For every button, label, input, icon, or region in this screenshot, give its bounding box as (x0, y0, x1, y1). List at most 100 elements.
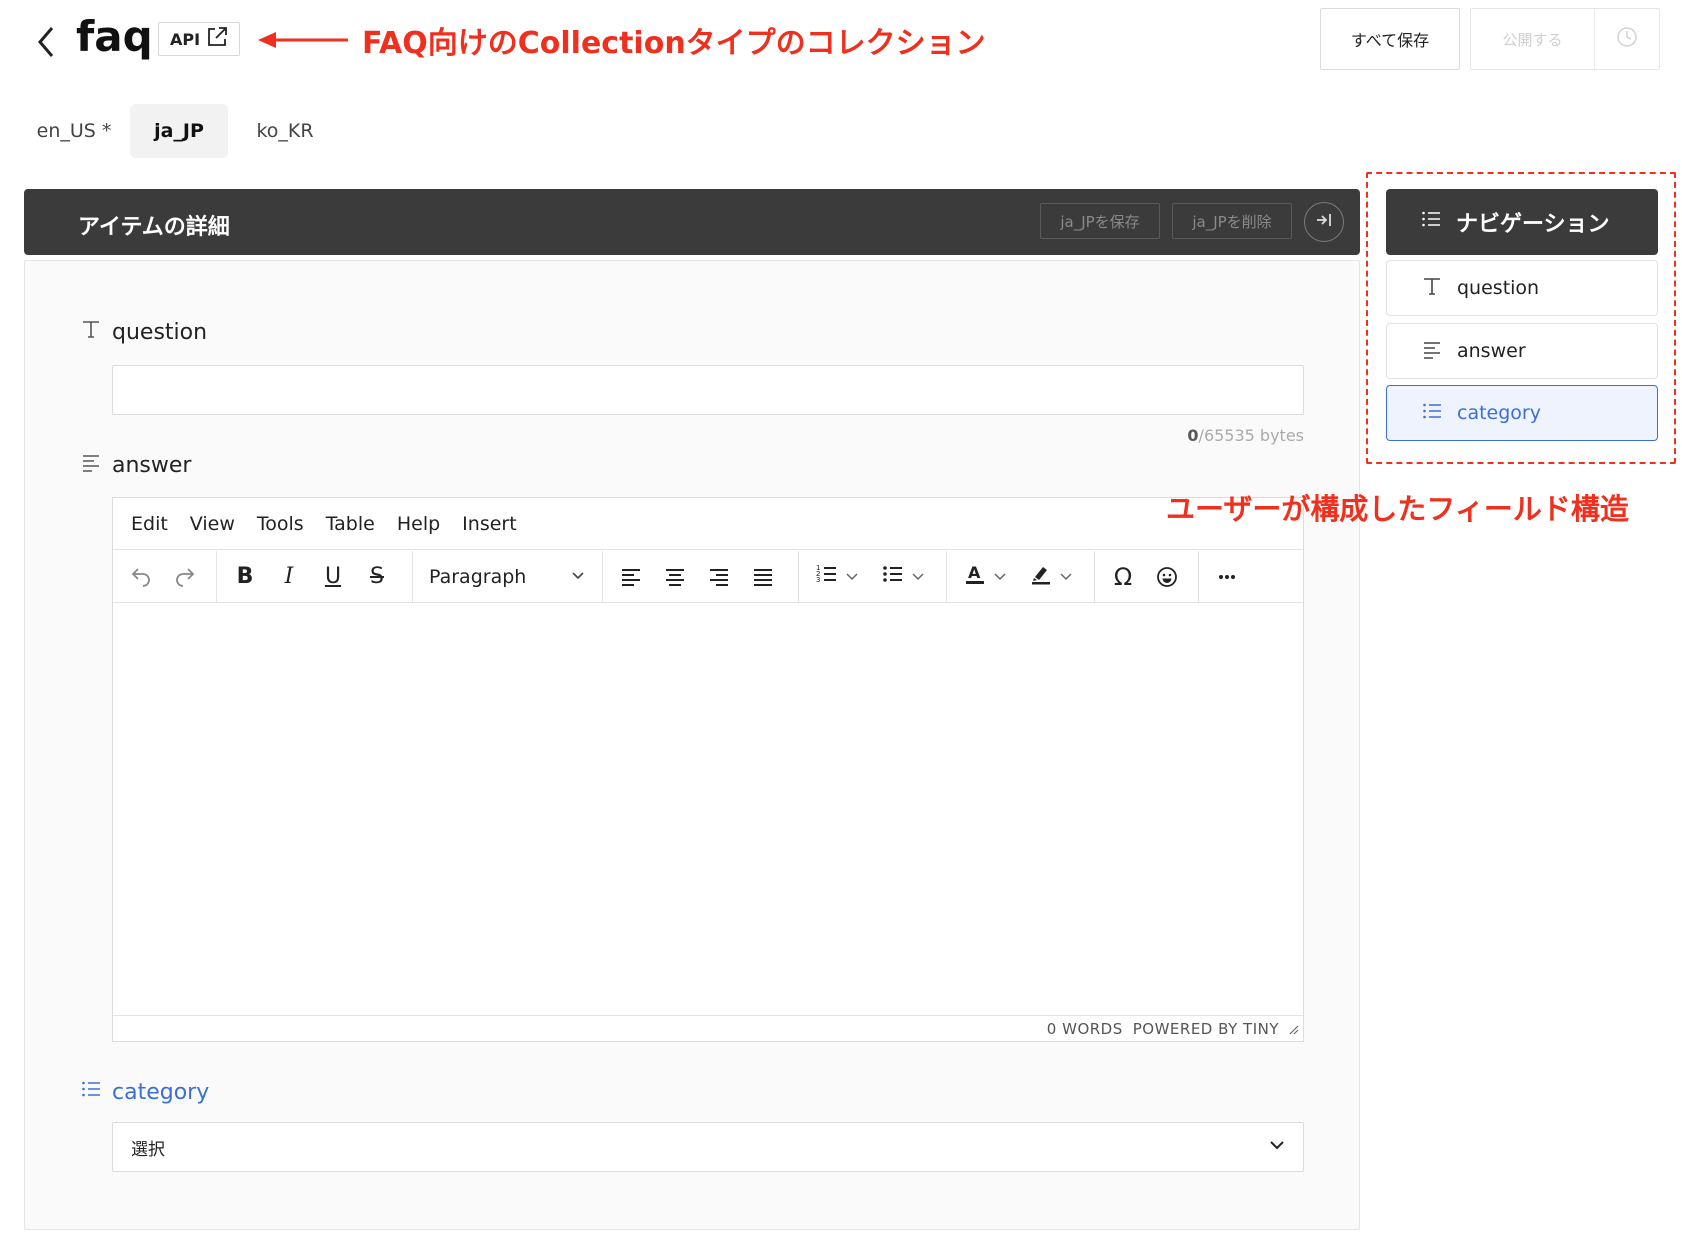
resize-handle-icon[interactable] (1287, 1021, 1299, 1039)
powered-by-link[interactable]: POWERED BY TINY (1133, 1020, 1279, 1038)
collection-annotation: FAQ向けのCollectionタイプのコレクション (362, 26, 986, 61)
collapse-panel-button[interactable] (1304, 202, 1344, 242)
menu-edit[interactable]: Edit (131, 513, 168, 535)
chevron-down-icon (1267, 1135, 1287, 1160)
highlight-color-button[interactable] (1021, 559, 1083, 595)
answer-field-label: answer (80, 451, 191, 479)
byte-used: 0 (1187, 426, 1199, 445)
chevron-down-icon (911, 564, 925, 589)
more-group (1199, 551, 1259, 602)
align-center-icon[interactable] (655, 559, 695, 595)
arrow-to-right-icon (1314, 210, 1334, 234)
list-type-icon (1421, 400, 1443, 427)
answer-rich-text-editor: Edit View Tools Table Help Insert B I U … (112, 497, 1304, 1042)
field-structure-annotation: ユーザーが構成したフィールド構造 (1166, 492, 1629, 526)
tab-en-us[interactable]: en_US * (28, 104, 120, 158)
color-group: A (947, 551, 1095, 602)
publish-button[interactable]: 公開する (1471, 9, 1595, 69)
bullet-list-icon (881, 562, 905, 592)
save-locale-button[interactable]: ja_JPを保存 (1040, 203, 1160, 239)
annotation-arrow-icon (258, 30, 350, 50)
text-color-icon: A (963, 562, 987, 592)
rich-text-type-icon (80, 451, 102, 479)
nav-item-label: answer (1457, 340, 1526, 362)
nav-item-category[interactable]: category (1386, 385, 1658, 441)
underline-icon[interactable]: U (313, 559, 353, 595)
menu-table[interactable]: Table (326, 513, 375, 535)
history-group (113, 551, 217, 602)
category-field-label: category (80, 1078, 209, 1106)
page-title: faq (76, 12, 153, 61)
block-format-select[interactable]: Paragraph (421, 559, 594, 595)
numbered-list-button[interactable]: 123 (807, 559, 869, 595)
publish-group: 公開する (1470, 8, 1660, 70)
align-group (603, 551, 799, 602)
api-button[interactable]: API (158, 22, 240, 56)
text-type-icon (80, 318, 102, 346)
answer-label-text: answer (112, 452, 192, 478)
text-type-icon (1421, 275, 1443, 302)
tab-ja-jp[interactable]: ja_JP (130, 104, 228, 158)
chevron-down-icon (570, 566, 586, 588)
editor-menubar: Edit View Tools Table Help Insert (113, 498, 1303, 550)
highlighter-icon (1029, 562, 1053, 592)
item-detail-header: アイテムの詳細 ja_JPを保存 ja_JPを削除 (24, 189, 1360, 255)
svg-text:A: A (968, 563, 981, 582)
nav-item-label: question (1457, 277, 1540, 299)
navigation-title: ナビゲーション (1456, 212, 1610, 237)
redo-icon[interactable] (165, 559, 205, 595)
editor-statusbar: 0 WORDS POWERED BY TINY (113, 1015, 1303, 1041)
bullet-list-button[interactable] (873, 559, 935, 595)
text-color-button[interactable]: A (955, 559, 1017, 595)
editor-toolbar: B I U S Paragraph 1 2 3 A Ω (113, 551, 1303, 603)
emoji-icon[interactable] (1147, 559, 1187, 595)
history-button[interactable] (1595, 9, 1659, 69)
byte-limit: /65535 bytes (1198, 426, 1304, 445)
word-count: 0 WORDS (1046, 1019, 1123, 1038)
question-field-label: question (80, 318, 207, 346)
save-all-button[interactable]: すべて保存 (1320, 8, 1460, 70)
category-selected-value: 選択 (131, 1139, 165, 1160)
panel-title: アイテムの詳細 (78, 215, 230, 240)
align-left-icon[interactable] (611, 559, 651, 595)
question-input[interactable] (112, 365, 1304, 415)
api-label: API (169, 29, 201, 49)
chevron-down-icon (845, 564, 859, 589)
menu-view[interactable]: View (190, 513, 235, 535)
category-select[interactable]: 選択 (112, 1122, 1304, 1172)
external-link-icon (206, 26, 228, 52)
nav-item-label: category (1457, 402, 1541, 424)
undo-icon[interactable] (121, 559, 161, 595)
category-label-text: category (112, 1079, 210, 1105)
svg-text:3: 3 (816, 576, 820, 584)
menu-insert[interactable]: Insert (462, 513, 517, 535)
byte-counter: 0/65535 bytes (1187, 426, 1304, 445)
strikethrough-icon[interactable]: S (357, 559, 397, 595)
rich-text-type-icon (1421, 338, 1443, 365)
chevron-down-icon (993, 564, 1007, 589)
menu-tools[interactable]: Tools (257, 513, 304, 535)
format-group: Paragraph (413, 551, 603, 602)
nav-item-question[interactable]: question (1386, 260, 1658, 316)
answer-edit-area[interactable] (113, 604, 1303, 1016)
align-justify-icon[interactable] (743, 559, 783, 595)
list-icon (1420, 208, 1442, 236)
text-style-group: B I U S (217, 551, 413, 602)
navigation-header: ナビゲーション (1386, 189, 1658, 255)
bold-icon[interactable]: B (225, 559, 265, 595)
delete-locale-button[interactable]: ja_JPを削除 (1172, 203, 1292, 239)
align-right-icon[interactable] (699, 559, 739, 595)
list-type-icon (80, 1078, 102, 1106)
nav-item-answer[interactable]: answer (1386, 323, 1658, 379)
question-label-text: question (112, 319, 208, 345)
more-options-icon[interactable] (1207, 559, 1247, 595)
clock-icon (1616, 26, 1638, 52)
italic-icon[interactable]: I (269, 559, 309, 595)
back-chevron-icon[interactable] (32, 22, 62, 62)
list-group: 123 (799, 551, 947, 602)
menu-help[interactable]: Help (397, 513, 440, 535)
insert-group: Ω (1095, 551, 1199, 602)
numbered-list-icon: 123 (815, 562, 839, 592)
tab-ko-kr[interactable]: ko_KR (240, 104, 330, 158)
special-character-icon[interactable]: Ω (1103, 559, 1143, 595)
